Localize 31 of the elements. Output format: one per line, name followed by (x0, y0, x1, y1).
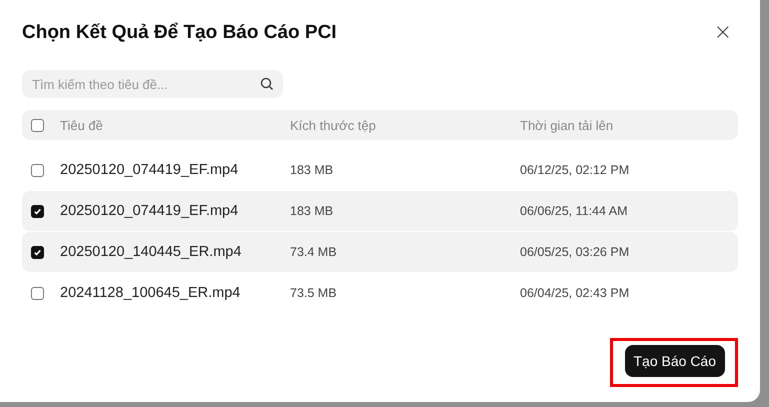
select-all-checkbox[interactable] (31, 118, 44, 132)
create-report-button[interactable]: Tạo Báo Cáo (624, 345, 725, 377)
table-row[interactable]: 20250120_140445_ER.mp4 73.4 MB 06/05/25, 03:26 PM (22, 232, 738, 272)
file-size: 183 MB (290, 163, 334, 177)
column-header: Tiêu đề (60, 118, 104, 132)
row-checkbox[interactable] (31, 246, 44, 258)
row-checkbox[interactable] (31, 164, 44, 176)
table-row[interactable]: 20250120_074419_EF.mp4 183 MB 06/06/25, 11:44 AM (22, 191, 738, 231)
search-icon (260, 77, 274, 91)
table-row[interactable]: 20241128_100645_ER.mp4 73.5 MB 06/04/25, 02:43 PM (22, 273, 738, 313)
file-name: 20250120_140445_ER.mp4 (60, 244, 242, 260)
close-button[interactable]: × (708, 22, 738, 44)
table-row[interactable]: 20250120_074419_EF.mp4 183 MB 06/12/25, 02:12 PM (22, 150, 738, 190)
upload-time: 06/04/25, 02:43 PM (520, 286, 630, 300)
file-name: 20241128_100645_ER.mp4 (60, 285, 242, 301)
file-size: 183 MB (290, 204, 334, 218)
check-icon (33, 206, 42, 216)
row-checkbox[interactable] (31, 204, 44, 218)
file-size: 73.4 MB (290, 245, 338, 259)
file-name: 20250120_074419_EF.mp4 (60, 203, 240, 219)
upload-time: 06/05/25, 03:26 PM (520, 245, 630, 259)
dialog-title: Chọn Kết Quả Để Tạo Báo Cáo PCI (22, 22, 337, 44)
row-checkbox[interactable] (31, 286, 44, 300)
file-name: 20250120_074419_EF.mp4 (60, 162, 240, 178)
file-size: 73.5 MB (290, 286, 338, 300)
column-header: Thời gian tải lên (520, 118, 614, 132)
check-icon (33, 248, 42, 256)
search-field[interactable]: Tìm kiếm theo tiêu đề... (22, 70, 283, 98)
upload-time: 06/06/25, 11:44 AM (520, 204, 628, 218)
upload-time: 06/12/25, 02:12 PM (520, 163, 630, 177)
column-header: Kích thước tệp (290, 118, 377, 132)
